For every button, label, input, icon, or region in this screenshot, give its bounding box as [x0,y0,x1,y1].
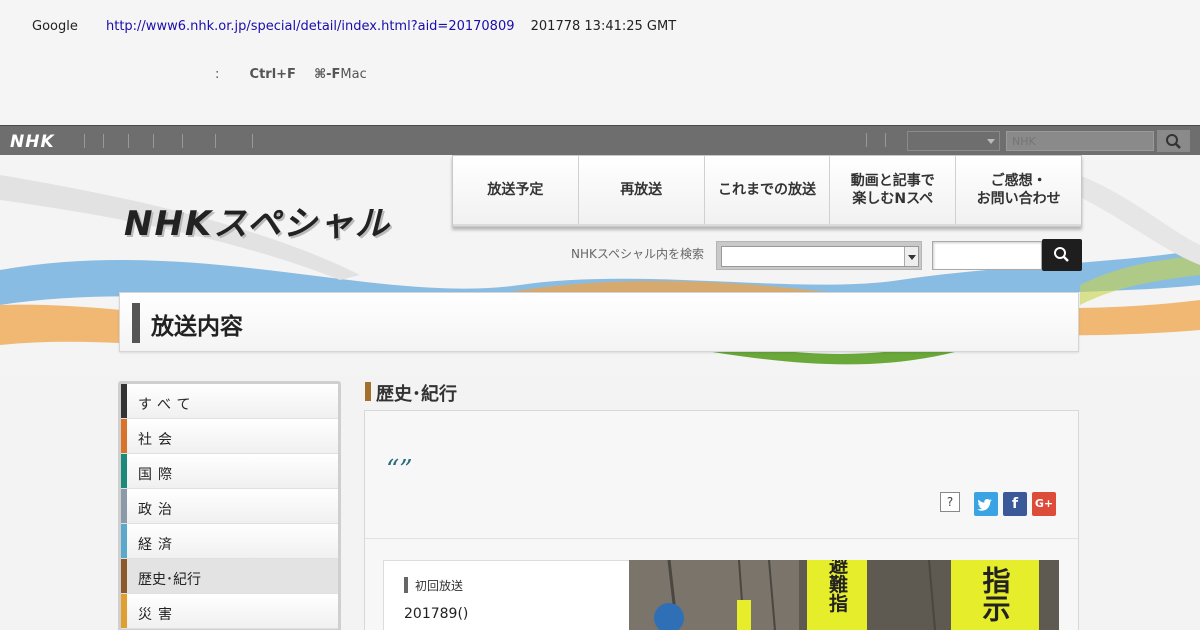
title-accent-bar [132,303,140,343]
nav-separator [84,134,85,148]
sidebar-item-label: 政治 [138,502,178,518]
nav-separator [885,133,886,147]
nav-item-videos-articles[interactable]: 動画と記事で 楽しむNスペ [830,156,957,224]
search-icon [1054,247,1069,262]
nav-item-rebroadcast[interactable]: 再放送 [578,156,705,224]
category-sidebar: すべて 社会 国際 政治 経済 歴史･紀行 災害 [118,381,341,630]
twitter-share-button[interactable] [974,492,998,516]
page-title-box: 放送内容 [119,292,1079,352]
facebook-share-button[interactable]: f [1003,492,1027,516]
first-air-accent-bar [404,577,408,593]
google-plus-share-button[interactable]: G+ [1032,492,1056,516]
sidebar-item-society[interactable]: 社会 [121,419,338,454]
cached-page-link[interactable]: http://www6.nhk.or.jp/special/detail/ind… [106,19,515,34]
nhk-search-button[interactable] [1157,130,1190,152]
sidebar-item-politics[interactable]: 政治 [121,489,338,524]
google-cache-header: Google http://www6.nhk.or.jp/special/det… [0,0,1200,125]
sidebar-item-label: 歴史･紀行 [138,572,201,588]
nhk-logo[interactable]: NHK [10,132,55,152]
episode-photo: 避難指 指示 [629,560,1059,630]
cache-shortcut-line: : Ctrl+F ⌘-FMac [215,67,367,82]
cache-google-label: Google [32,19,78,34]
episode-photo-image: 避難指 指示 [629,560,1059,630]
site-search-label: NHKスペシャル内を検索 [571,247,705,261]
nav-separator [252,134,253,148]
category-color-bar [121,419,127,453]
sidebar-item-label: 災害 [138,607,178,623]
page-title: 放送内容 [151,314,243,340]
nav-item-schedule[interactable]: 放送予定 [453,156,579,224]
sidebar-item-all[interactable]: すべて [121,384,338,419]
category-accent-bar [365,382,371,401]
category-color-bar [121,594,127,628]
main-nav: 放送予定 再放送 これまでの放送 動画と記事で 楽しむNスペ ご感想・ お問い合… [452,155,1082,227]
content-divider [365,538,1078,539]
category-color-bar [121,524,127,558]
sidebar-item-economy[interactable]: 経済 [121,524,338,559]
sidebar-item-label: すべて [138,397,197,413]
chevron-down-icon [987,139,995,144]
sidebar-item-history-travel[interactable]: 歴史･紀行 [121,559,338,594]
nhk-special-logo[interactable]: NHKスペシャル [124,196,391,245]
site-search-button[interactable] [1042,239,1082,271]
sidebar-item-international[interactable]: 国際 [121,454,338,489]
shortcut-windows: Ctrl+F [249,67,296,82]
banner-text-2: 指示 [979,566,1012,622]
sidebar-item-label: 経済 [138,537,178,553]
nav-item-archive[interactable]: これまでの放送 [704,156,831,224]
category-color-bar [121,489,127,523]
cache-info-line: Google http://www6.nhk.or.jp/special/det… [32,19,676,34]
shortcut-mac-key: ⌘-F [314,67,341,82]
twitter-icon [977,499,992,511]
site-search-select[interactable] [716,241,922,270]
first-air-date: 201789() [404,606,469,622]
episode-title: “” [386,455,413,485]
nav-separator [182,134,183,148]
nav-separator [153,134,154,148]
nhk-global-bar: NHK [0,125,1200,155]
category-color-bar [121,454,127,488]
nav-item-feedback[interactable]: ご感想・ お問い合わせ [956,156,1081,224]
first-air-label: 初回放送 [415,579,464,593]
nav-separator [128,134,129,148]
shortcut-mac-label: Mac [340,67,367,82]
help-icon[interactable]: ? [940,492,960,512]
nhk-search-input[interactable] [1006,131,1154,151]
category-color-bar [121,559,127,593]
cache-colon: : [215,67,220,82]
nav-separator [103,134,104,148]
site-search-select-field[interactable] [721,246,919,267]
nav-separator [215,134,216,148]
category-color-bar [121,384,127,418]
search-icon [1166,134,1181,149]
nhk-region-select[interactable] [907,131,1000,151]
sidebar-item-disaster[interactable]: 災害 [121,594,338,629]
site-search-input[interactable] [932,241,1042,270]
chevron-down-icon [904,247,918,266]
category-heading-text: 歴史･紀行 [376,384,457,405]
cache-timestamp: 201778 13:41:25 GMT [530,19,677,34]
sidebar-item-label: 社会 [138,432,178,448]
banner-text-1: 避難指 [826,560,848,613]
nav-separator [866,133,867,147]
sidebar-item-label: 国際 [138,467,178,483]
